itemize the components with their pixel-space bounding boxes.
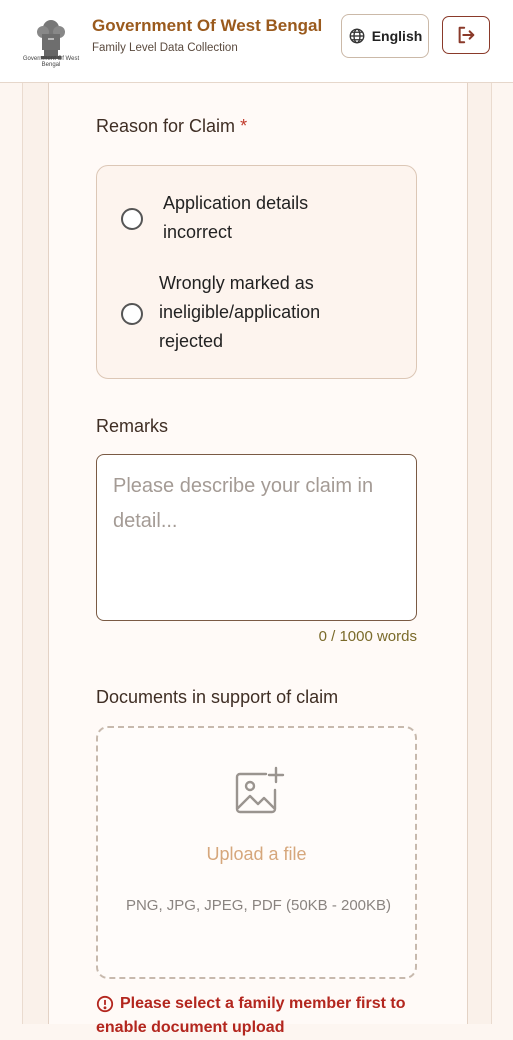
app-header: Government Of West Bengal Government Of … — [0, 0, 513, 83]
reason-options-group: Application details incorrect Wrongly ma… — [96, 165, 417, 379]
reason-for-claim-label: Reason for Claim * — [96, 116, 248, 136]
radio-option-details-incorrect[interactable]: Application details incorrect — [97, 188, 416, 250]
logout-button[interactable] — [442, 16, 490, 54]
page-subtitle: Family Level Data Collection — [92, 42, 238, 54]
right-decorative-stripe — [466, 83, 492, 1024]
required-mark: * — [240, 116, 248, 136]
upload-format-hint: PNG, JPG, JPEG, PDF (50KB - 200KB) — [125, 897, 392, 914]
logout-icon — [458, 26, 475, 44]
error-icon — [96, 995, 114, 1012]
radio-button[interactable] — [121, 208, 143, 230]
globe-icon — [349, 28, 365, 44]
upload-error-message: Please select a family member first to e… — [96, 995, 406, 1036]
left-decorative-stripe — [22, 83, 50, 1024]
radio-option-wrongly-marked[interactable]: Wrongly marked as ineligible/application… — [97, 269, 416, 359]
remarks-placeholder: Please describe your claim in detail... — [113, 475, 374, 532]
language-label: English — [371, 28, 423, 44]
remarks-label: Remarks — [96, 416, 169, 436]
documents-label: Documents in support of claim — [96, 687, 339, 707]
page-title: Government Of West Bengal — [92, 16, 323, 35]
file-upload-dropzone[interactable]: Upload a file PNG, JPG, JPEG, PDF (50KB … — [96, 726, 417, 979]
remarks-textarea[interactable]: Please describe your claim in detail... — [96, 454, 417, 621]
upload-file-label[interactable]: Upload a file — [98, 844, 415, 865]
language-button[interactable]: English — [341, 14, 429, 58]
add-image-icon — [235, 766, 285, 814]
radio-button[interactable] — [121, 303, 143, 325]
emblem-caption: Government Of West Bengal — [22, 56, 80, 68]
word-counter: 0 / 1000 words — [318, 628, 417, 645]
